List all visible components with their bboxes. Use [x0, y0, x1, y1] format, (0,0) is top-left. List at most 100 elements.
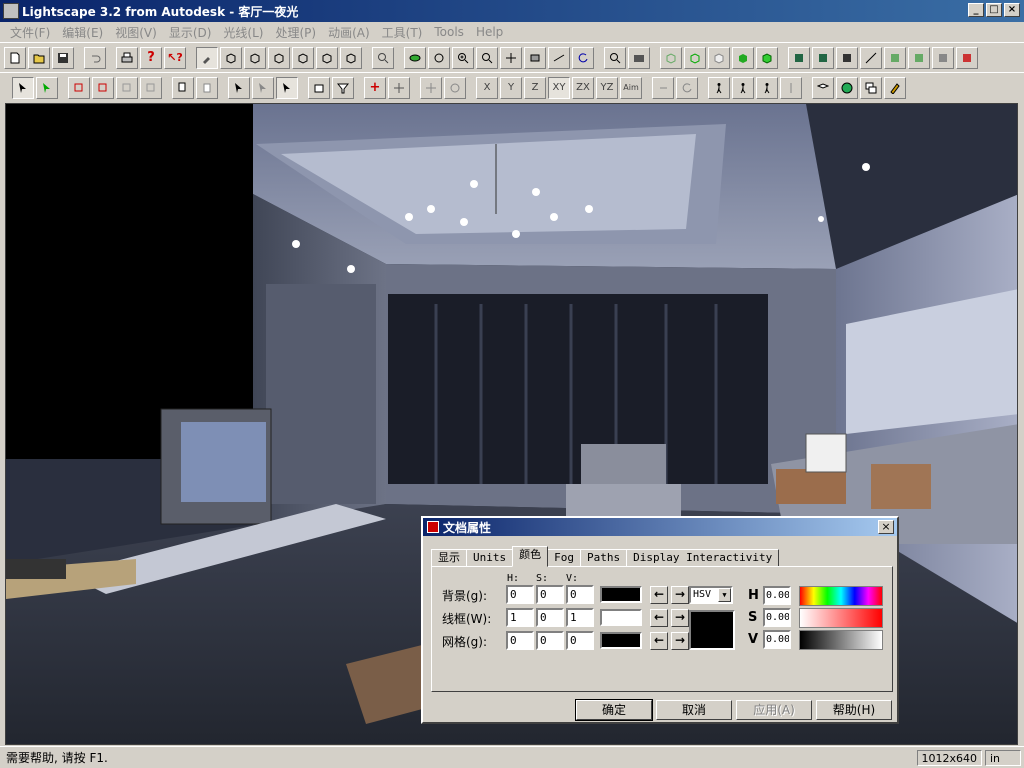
v-value-input[interactable]: 0.00 — [763, 630, 791, 649]
tab-display[interactable]: 显示 — [431, 549, 467, 567]
menu-tools[interactable]: Tools — [428, 25, 470, 39]
menu-view[interactable]: 视图(V) — [109, 24, 163, 41]
fly-icon[interactable] — [548, 46, 570, 69]
wireframe-right-arrow-icon[interactable]: → — [671, 609, 689, 627]
render-7-icon[interactable] — [932, 46, 954, 69]
close-button[interactable]: × — [1004, 3, 1020, 17]
open-folder-icon[interactable] — [28, 46, 50, 69]
axis-yz-button[interactable]: YZ — [596, 76, 618, 99]
axis-y-button[interactable]: Y — [500, 76, 522, 99]
maximize-button[interactable]: □ — [986, 3, 1002, 17]
dialog-titlebar[interactable]: 文档属性 — [423, 518, 897, 536]
aim-button[interactable]: Aim — [620, 76, 642, 99]
help-button[interactable]: 帮助(H) — [816, 700, 892, 720]
brush-icon[interactable] — [884, 76, 906, 99]
globe-icon[interactable] — [836, 76, 858, 99]
select-box-3-icon[interactable] — [116, 76, 138, 99]
add-point-icon[interactable]: + — [364, 76, 386, 99]
hidden-line-icon[interactable] — [708, 46, 730, 69]
grid-s-input[interactable]: 0 — [536, 631, 564, 650]
select-box-4-icon[interactable] — [140, 76, 162, 99]
orbit-icon[interactable] — [428, 46, 450, 69]
h-value-input[interactable]: 0.00 — [763, 586, 791, 605]
undo-icon[interactable] — [84, 46, 106, 69]
menu-tools-cn[interactable]: 工具(T) — [376, 24, 429, 41]
move-axis-icon[interactable] — [420, 76, 442, 99]
background-s-input[interactable]: 0 — [536, 585, 564, 604]
eye-icon[interactable] — [404, 46, 426, 69]
render-3-icon[interactable] — [836, 46, 858, 69]
walk-4-icon[interactable] — [780, 76, 802, 99]
zoom-in-icon[interactable] — [452, 46, 474, 69]
tab-fog[interactable]: Fog — [547, 549, 581, 567]
paste-icon[interactable] — [196, 76, 218, 99]
tool-b-icon[interactable] — [252, 76, 274, 99]
chevron-down-icon[interactable]: ▼ — [718, 588, 731, 602]
render-5-icon[interactable] — [884, 46, 906, 69]
axis-z-button[interactable]: Z — [524, 76, 546, 99]
tab-units[interactable]: Units — [466, 549, 514, 567]
paint-icon[interactable] — [196, 46, 218, 69]
axis-zx-button[interactable]: ZX — [572, 76, 594, 99]
render-1-icon[interactable] — [788, 46, 810, 69]
cube-view-2-icon[interactable] — [244, 46, 266, 69]
minimize-button[interactable]: _ — [968, 3, 984, 17]
zoom-icon[interactable] — [476, 46, 498, 69]
dialog-close-button[interactable]: × — [878, 520, 894, 534]
filter-icon[interactable] — [332, 76, 354, 99]
wireframe-v-input[interactable]: 1 — [566, 608, 594, 627]
background-swatch[interactable] — [600, 586, 642, 603]
window-copy-icon[interactable] — [860, 76, 882, 99]
rotate-icon[interactable] — [572, 46, 594, 69]
background-v-input[interactable]: 0 — [566, 585, 594, 604]
select-arrow-icon[interactable] — [12, 76, 34, 99]
redo-move-icon[interactable] — [676, 76, 698, 99]
wireframe-swatch[interactable] — [600, 609, 642, 626]
move-object-icon[interactable] — [388, 76, 410, 99]
tool-a-icon[interactable] — [228, 76, 250, 99]
render-4-icon[interactable] — [860, 46, 882, 69]
grid-v-input[interactable]: 0 — [566, 631, 594, 650]
zoom-window-icon[interactable] — [604, 46, 626, 69]
cube-view-3-icon[interactable] — [268, 46, 290, 69]
value-slider[interactable] — [799, 630, 883, 650]
cube-view-6-icon[interactable] — [340, 46, 362, 69]
menu-help[interactable]: Help — [470, 25, 509, 39]
grid-left-arrow-icon[interactable]: ← — [650, 632, 668, 650]
pan-icon[interactable] — [500, 46, 522, 69]
background-left-arrow-icon[interactable]: ← — [650, 586, 668, 604]
color-mode-select[interactable]: HSV ▼ — [689, 586, 733, 604]
cube-view-5-icon[interactable] — [316, 46, 338, 69]
copy-icon[interactable] — [172, 76, 194, 99]
tool-c-icon[interactable] — [276, 76, 298, 99]
shaded-icon[interactable] — [756, 46, 778, 69]
menu-animation[interactable]: 动画(A) — [322, 24, 376, 41]
grid-swatch[interactable] — [600, 632, 642, 649]
camera-icon[interactable] — [628, 46, 650, 69]
select-box-2-icon[interactable] — [92, 76, 114, 99]
wire-green-icon[interactable] — [684, 46, 706, 69]
tab-display-interactivity[interactable]: Display Interactivity — [626, 549, 780, 567]
walk-2-icon[interactable] — [732, 76, 754, 99]
tab-paths[interactable]: Paths — [580, 549, 628, 567]
help-icon[interactable]: ? — [140, 46, 162, 69]
axis-x-button[interactable]: X — [476, 76, 498, 99]
menu-display[interactable]: 显示(D) — [163, 24, 218, 41]
ok-button[interactable]: 确定 — [575, 699, 653, 721]
layer-icon[interactable] — [308, 76, 330, 99]
select-special-icon[interactable] — [36, 76, 58, 99]
menu-light[interactable]: 光线(L) — [217, 24, 269, 41]
menu-edit[interactable]: 编辑(E) — [56, 24, 109, 41]
new-file-icon[interactable] — [4, 46, 26, 69]
tab-color[interactable]: 颜色 — [512, 546, 549, 567]
axis-xy-button[interactable]: XY — [548, 76, 570, 99]
undo-move-icon[interactable] — [652, 76, 674, 99]
menu-process[interactable]: 处理(P) — [269, 24, 322, 41]
hue-slider[interactable] — [799, 586, 883, 606]
apply-button[interactable]: 应用(A) — [736, 700, 812, 720]
dolly-icon[interactable] — [524, 46, 546, 69]
menu-file[interactable]: 文件(F) — [4, 24, 56, 41]
grid-right-arrow-icon[interactable]: → — [671, 632, 689, 650]
background-h-input[interactable]: 0 — [506, 585, 534, 604]
grid-h-input[interactable]: 0 — [506, 631, 534, 650]
